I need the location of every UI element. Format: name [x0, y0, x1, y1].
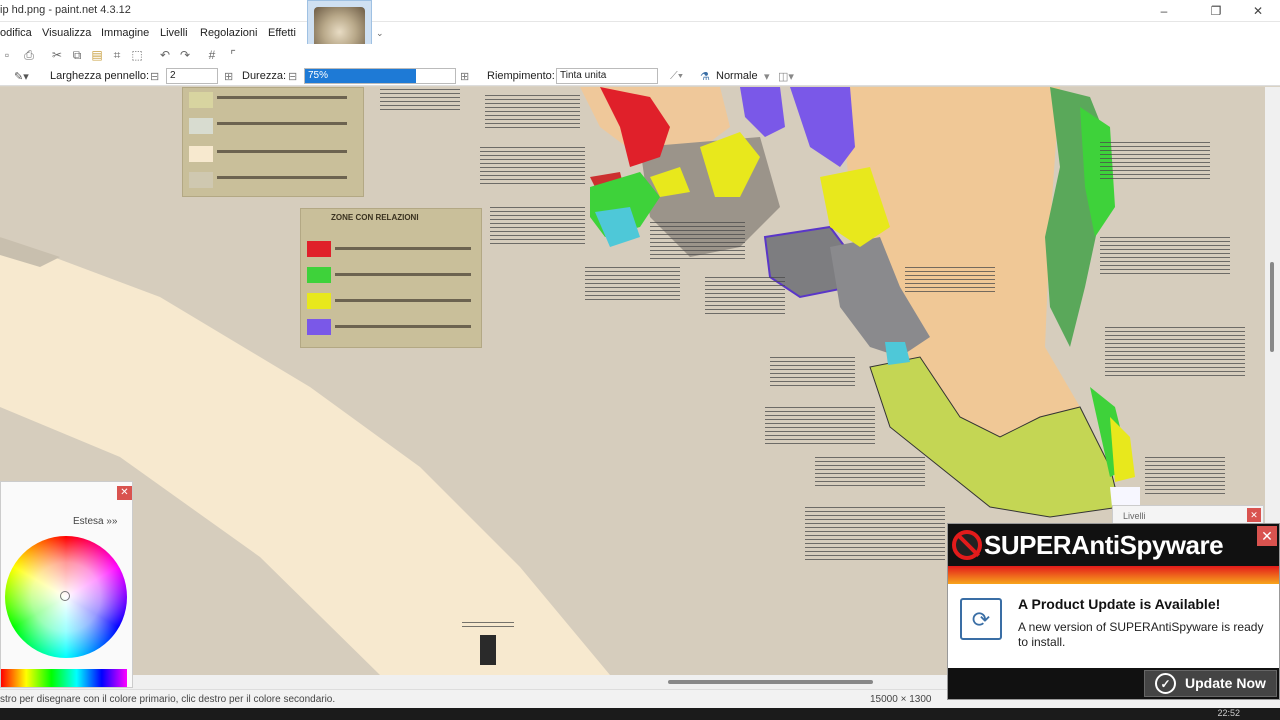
legend-swatch-purple	[307, 319, 331, 335]
increase-hardness-icon[interactable]: ⊞	[460, 70, 469, 83]
menu-view[interactable]: Visualizza	[42, 27, 91, 39]
undo-icon[interactable]: ↶	[158, 48, 172, 62]
menu-bar: odifica Visualizza Immagine Livelli Rego…	[0, 22, 1280, 62]
palette-mode-toggle[interactable]: Estesa »»	[73, 516, 117, 527]
redo-icon[interactable]: ↷	[178, 48, 192, 62]
decrease-hardness-icon[interactable]: ⊟	[288, 70, 297, 83]
os-taskbar: 22:52	[0, 708, 1280, 720]
increase-width-icon[interactable]: ⊞	[224, 70, 233, 83]
taskbar-clock: 22:52	[1217, 708, 1240, 718]
map-text-block	[1100, 142, 1210, 182]
save-icon[interactable]: ▫	[0, 48, 14, 62]
grid-icon[interactable]: #	[205, 48, 219, 62]
update-now-button[interactable]: ✓ Update Now	[1144, 670, 1277, 697]
map-text-block	[905, 267, 995, 295]
map-text-block	[815, 457, 925, 487]
legend-top	[182, 87, 364, 197]
blend-chevron-icon[interactable]: ▾	[764, 70, 770, 83]
menu-image[interactable]: Immagine	[101, 27, 149, 39]
map-text-block	[1100, 237, 1230, 277]
blend-mode-icon: ⚗	[700, 71, 710, 83]
paste-icon[interactable]: ▤	[90, 48, 104, 62]
fill-label: Riempimento:	[487, 70, 555, 82]
popup-header: SUPERAntiSpyware	[948, 524, 1279, 584]
colors-panel: ✕ Estesa »»	[0, 481, 133, 688]
title-bar: ip hd.png - paint.net 4.3.12 – ❐ ✕	[0, 0, 1280, 22]
cut-icon[interactable]: ✂	[50, 48, 64, 62]
legend-swatch	[189, 92, 213, 108]
hardness-slider[interactable]: 75%	[304, 68, 456, 84]
menu-edit[interactable]: odifica	[0, 27, 32, 39]
hardness-label: Durezza:	[242, 70, 287, 82]
map-text-block	[770, 357, 855, 387]
legend-swatch-green	[307, 267, 331, 283]
map-text-block	[480, 147, 585, 187]
popup-message: A new version of SUPERAntiSpyware is rea…	[1018, 620, 1264, 649]
property-bar: ✎▾ Larghezza pennello: ⊟ 2 ⊞ Durezza: ⊟ …	[0, 66, 1280, 86]
map-text-block	[1145, 457, 1225, 497]
no-spyware-icon	[952, 530, 982, 560]
chevron-down-icon[interactable]: ⌄	[376, 28, 384, 39]
blend-mode-dropdown[interactable]: Normale	[716, 70, 758, 82]
maximize-button[interactable]: ❐	[1196, 2, 1236, 20]
update-notification-popup: SUPERAntiSpyware ✕ ⟳ A Product Update is…	[947, 523, 1280, 700]
window-title: ip hd.png - paint.net 4.3.12	[0, 4, 131, 16]
map-text-block	[462, 622, 514, 630]
fill-dropdown[interactable]: Tinta unita	[556, 68, 658, 84]
decrease-width-icon[interactable]: ⊟	[150, 70, 159, 83]
image-size-readout: 15000 × 1300	[870, 694, 932, 705]
menu-adjustments[interactable]: Regolazioni	[200, 27, 257, 39]
map-text-block	[485, 95, 580, 129]
map-text-block	[765, 407, 875, 447]
legend-relations: ZONE CON RELAZIONI	[300, 208, 482, 348]
alpha-blend-icon[interactable]: ◫▾	[778, 70, 794, 83]
status-hint: stro per disegnare con il colore primari…	[0, 694, 336, 705]
brush-width-label: Larghezza pennello:	[50, 70, 150, 82]
menu-layers[interactable]: Livelli	[160, 27, 188, 39]
update-now-label: Update Now	[1185, 675, 1266, 691]
legend-swatch	[189, 118, 213, 134]
copy-icon[interactable]: ⧉	[70, 48, 84, 62]
brush-tool-icon[interactable]: ✎▾	[14, 70, 29, 83]
color-wheel[interactable]	[5, 536, 127, 658]
map-text-block	[650, 222, 745, 262]
map-text-block	[380, 89, 460, 111]
vertical-scroll-thumb[interactable]	[1270, 262, 1274, 352]
legend-swatch-yellow	[307, 293, 331, 309]
close-window-button[interactable]: ✕	[1238, 2, 1278, 20]
check-icon: ✓	[1155, 673, 1176, 694]
menu-effects[interactable]: Effetti	[268, 27, 296, 39]
print-icon[interactable]: ⎙	[22, 48, 36, 62]
ruler-icon[interactable]: ⌜	[226, 48, 240, 62]
minimize-button[interactable]: –	[1144, 2, 1184, 20]
map-text-block	[490, 207, 585, 247]
color-picker-handle[interactable]	[60, 591, 70, 601]
map-text-block	[1105, 327, 1245, 377]
refresh-icon: ⟳	[960, 598, 1002, 640]
legend-swatch	[189, 146, 213, 162]
horizontal-scroll-thumb[interactable]	[668, 680, 873, 684]
toolbar	[0, 44, 1280, 66]
map-text-block	[585, 267, 680, 301]
layers-panel: Livelli ✕	[1112, 505, 1264, 525]
close-icon[interactable]: ✕	[117, 486, 132, 500]
brush-width-input[interactable]: 2	[166, 68, 218, 84]
legend-swatch	[189, 172, 213, 188]
map-text-block	[705, 277, 785, 317]
close-icon[interactable]: ✕	[1247, 508, 1261, 522]
legend-title: ZONE CON RELAZIONI	[331, 213, 419, 222]
crop-icon[interactable]: ⌗	[110, 48, 124, 62]
antialias-icon[interactable]: ⟋▾	[670, 70, 683, 83]
map-figure-marker	[480, 635, 496, 665]
popup-brand: SUPERAntiSpyware	[984, 530, 1224, 560]
legend-swatch-red	[307, 241, 331, 257]
deselect-icon[interactable]: ⬚	[130, 48, 144, 62]
popup-headline: A Product Update is Available!	[1018, 596, 1221, 612]
color-palette-strip[interactable]	[1, 669, 127, 687]
popup-button-bar: ✓ Update Now	[948, 668, 1279, 699]
layers-panel-title: Livelli	[1123, 511, 1146, 521]
map-text-block	[805, 507, 945, 562]
popup-close-button[interactable]: ✕	[1257, 526, 1277, 546]
